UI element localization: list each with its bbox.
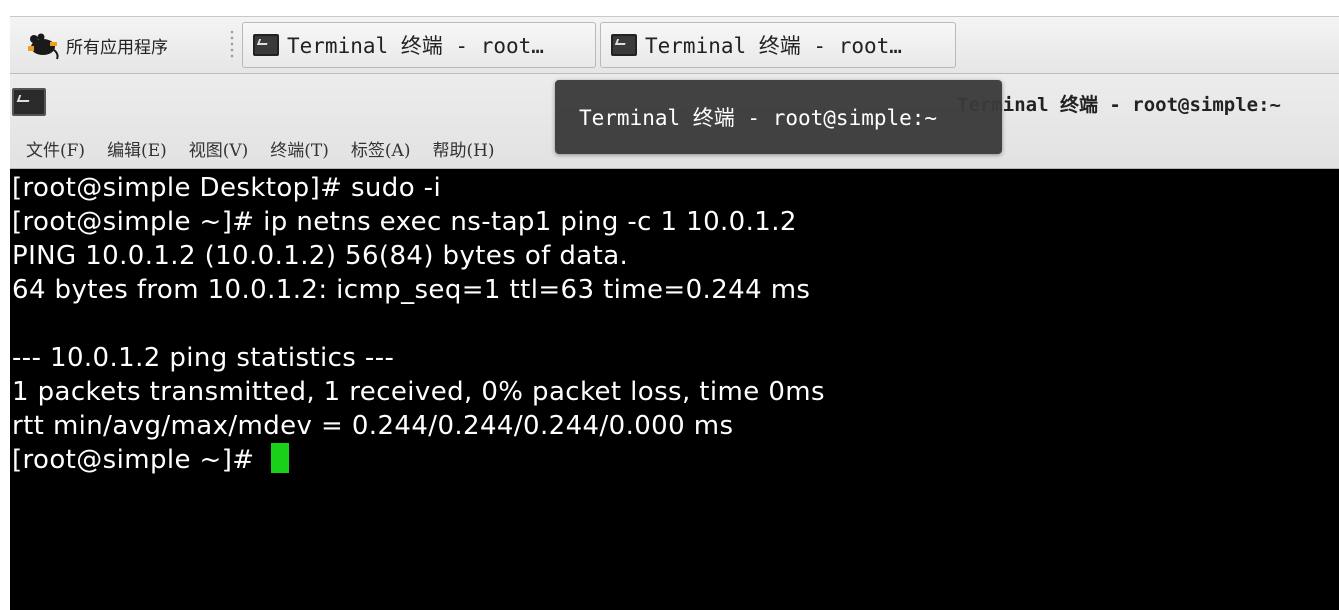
terminal-line: 64 bytes from 10.0.1.2: icmp_seq=1 ttl=6… (12, 275, 811, 305)
terminal-lines: [root@simple Desktop]# sudo -i [root@sim… (12, 171, 825, 477)
mouse-logo-icon (28, 33, 59, 60)
terminal-line: rtt min/avg/max/mdev = 0.244/0.244/0.244… (12, 411, 734, 441)
terminal-line: PING 10.0.1.2 (10.0.1.2) 56(84) bytes of… (12, 241, 629, 271)
terminal-line: [root@simple ~]# ip netns exec ns-tap1 p… (12, 207, 797, 237)
window-title: Terminal 终端 - root@simple:~ (957, 94, 1281, 116)
menu-view[interactable]: 视图(V) (189, 136, 249, 161)
menu-edit[interactable]: 编辑(E) (107, 136, 167, 161)
menu-terminal[interactable]: 终端(T) (270, 136, 329, 161)
terminal-icon (611, 34, 637, 56)
terminal-prompt-line: [root@simple ~]# (12, 443, 825, 477)
taskbar-task-terminal-1[interactable]: Terminal 终端 - root… (242, 22, 596, 68)
applications-menu-label: 所有应用程序 (66, 37, 168, 58)
taskbar-task-terminal-2[interactable]: Terminal 终端 - root… (600, 22, 956, 68)
taskbar: 所有应用程序 Terminal 终端 - root… Terminal 终端 -… (10, 16, 1339, 74)
terminal-prompt: [root@simple ~]# (12, 445, 264, 475)
task-label: Terminal 终端 - root… (645, 34, 902, 58)
terminal-line: --- 10.0.1.2 ping statistics --- (12, 343, 395, 373)
taskbar-separator (230, 29, 234, 61)
terminal-cursor (271, 443, 290, 473)
menu-tabs[interactable]: 标签(A) (351, 136, 411, 161)
terminal-line: [root@simple Desktop]# sudo -i (12, 173, 442, 203)
applications-menu-button[interactable]: 所有应用程序 (24, 27, 168, 63)
terminal-output[interactable]: [root@simple Desktop]# sudo -i [root@sim… (10, 169, 1339, 610)
taskbar-tooltip: Terminal 终端 - root@simple:~ (555, 80, 1002, 154)
menu-bar: 文件(F) 编辑(E) 视图(V) 终端(T) 标签(A) 帮助(H) (26, 136, 495, 161)
task-label: Terminal 终端 - root… (287, 34, 544, 58)
terminal-line: 1 packets transmitted, 1 received, 0% pa… (12, 377, 825, 407)
menu-file[interactable]: 文件(F) (26, 136, 85, 161)
menu-help[interactable]: 帮助(H) (432, 136, 494, 161)
terminal-icon[interactable] (12, 88, 46, 116)
tooltip-text: Terminal 终端 - root@simple:~ (579, 106, 938, 130)
terminal-icon (253, 34, 279, 56)
